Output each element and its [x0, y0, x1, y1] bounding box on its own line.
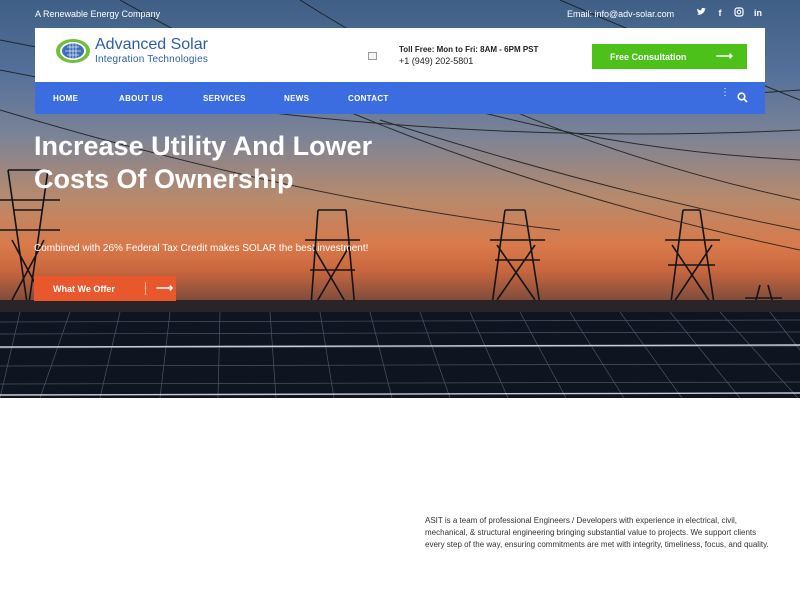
hero-subtitle: Combined with 26% Federal Tax Credit mak…: [34, 243, 369, 254]
arrow-right-icon: ⟶: [715, 49, 733, 63]
button-divider: [145, 282, 146, 295]
more-menu-icon[interactable]: ⋮: [720, 88, 730, 98]
what-we-offer-button[interactable]: What We Offer ⟶: [34, 276, 176, 301]
header: Advanced Solar Integration Technologies …: [35, 28, 765, 82]
phone-number[interactable]: +1 (949) 202-5801: [399, 56, 473, 66]
brand-name[interactable]: Advanced Solar: [95, 36, 208, 54]
toll-free-hours: Toll Free: Mon to Fri: 8AM - 6PM PST: [399, 45, 539, 54]
tagline: A Renewable Energy Company: [35, 9, 161, 19]
what-we-offer-label: What We Offer: [53, 284, 115, 294]
hero-title: Increase Utility And Lower Costs Of Owne…: [34, 131, 373, 194]
facebook-icon[interactable]: f: [715, 7, 725, 19]
search-icon[interactable]: [737, 92, 748, 103]
nav-item-home[interactable]: HOME: [53, 94, 78, 103]
phone-icon: [368, 52, 377, 60]
main-nav: HOME ABOUT US SERVICES NEWS CONTACT ⋮: [35, 82, 765, 114]
free-consultation-button[interactable]: Free Consultation ⟶: [592, 44, 747, 69]
nav-item-services[interactable]: SERVICES: [203, 94, 246, 103]
top-bar: A Renewable Energy Company Email: info@a…: [0, 0, 800, 28]
page: A Renewable Energy Company Email: info@a…: [0, 0, 800, 600]
nav-item-about-us[interactable]: ABOUT US: [119, 94, 163, 103]
email-link[interactable]: Email: info@adv-solar.com: [567, 9, 674, 19]
arrow-right-icon: ⟶: [156, 281, 174, 295]
free-consultation-label: Free Consultation: [610, 52, 687, 62]
instagram-icon[interactable]: [734, 7, 744, 19]
twitter-icon[interactable]: [696, 7, 706, 19]
company-logo-icon[interactable]: [55, 38, 91, 64]
linkedin-icon[interactable]: in: [753, 7, 763, 19]
brand-subtitle[interactable]: Integration Technologies: [95, 54, 208, 65]
about-description: ASIT is a team of professional Engineers…: [425, 516, 769, 549]
social-links: f in: [696, 7, 763, 19]
nav-item-contact[interactable]: CONTACT: [348, 94, 389, 103]
nav-item-news[interactable]: NEWS: [284, 94, 309, 103]
